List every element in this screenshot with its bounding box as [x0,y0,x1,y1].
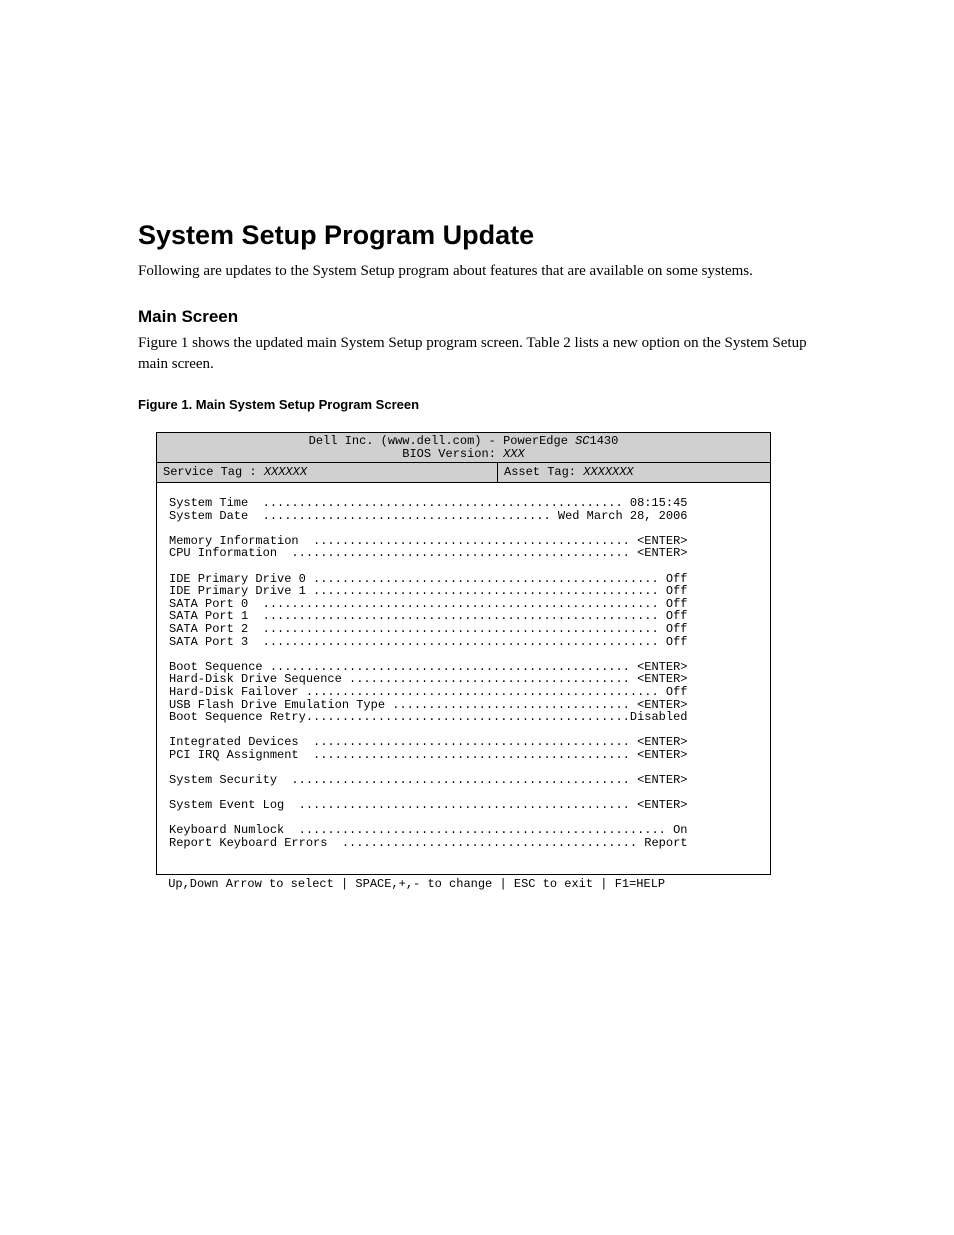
bios-tags-row: Service Tag : XXXXXX Asset Tag: XXXXXXX [156,462,771,483]
bios-footer: Up,Down Arrow to select | SPACE,+,- to c… [156,874,771,891]
section-description: Figure 1 shows the updated main System S… [138,333,816,375]
bios-screen: Dell Inc. (www.dell.com) - PowerEdge SC1… [156,432,771,890]
service-tag-label: Service Tag : [163,465,264,479]
bios-body: System Time ............................… [156,483,771,874]
footer-seg-select: Up,Down Arrow to select [161,878,341,891]
footer-seg-change: SPACE,+,- to change [348,878,499,891]
footer-seg-exit: ESC to exit [507,878,601,891]
service-tag-value: XXXXXX [264,465,307,479]
bios-title-model-rest: 1430 [590,434,619,448]
bios-version-value: XXX [503,447,525,461]
bios-title-model-italic: SC [575,434,589,448]
footer-seg-help: F1=HELP [608,878,666,891]
page-heading: System Setup Program Update [138,220,816,251]
bios-version-label: BIOS Version: [402,447,503,461]
asset-tag-label: Asset Tag: [504,465,583,479]
bios-header: Dell Inc. (www.dell.com) - PowerEdge SC1… [156,432,771,462]
section-subheading: Main Screen [138,307,816,327]
figure-caption: Figure 1. Main System Setup Program Scre… [138,397,816,412]
intro-text: Following are updates to the System Setu… [138,261,816,281]
asset-tag-value: XXXXXXX [583,465,633,479]
